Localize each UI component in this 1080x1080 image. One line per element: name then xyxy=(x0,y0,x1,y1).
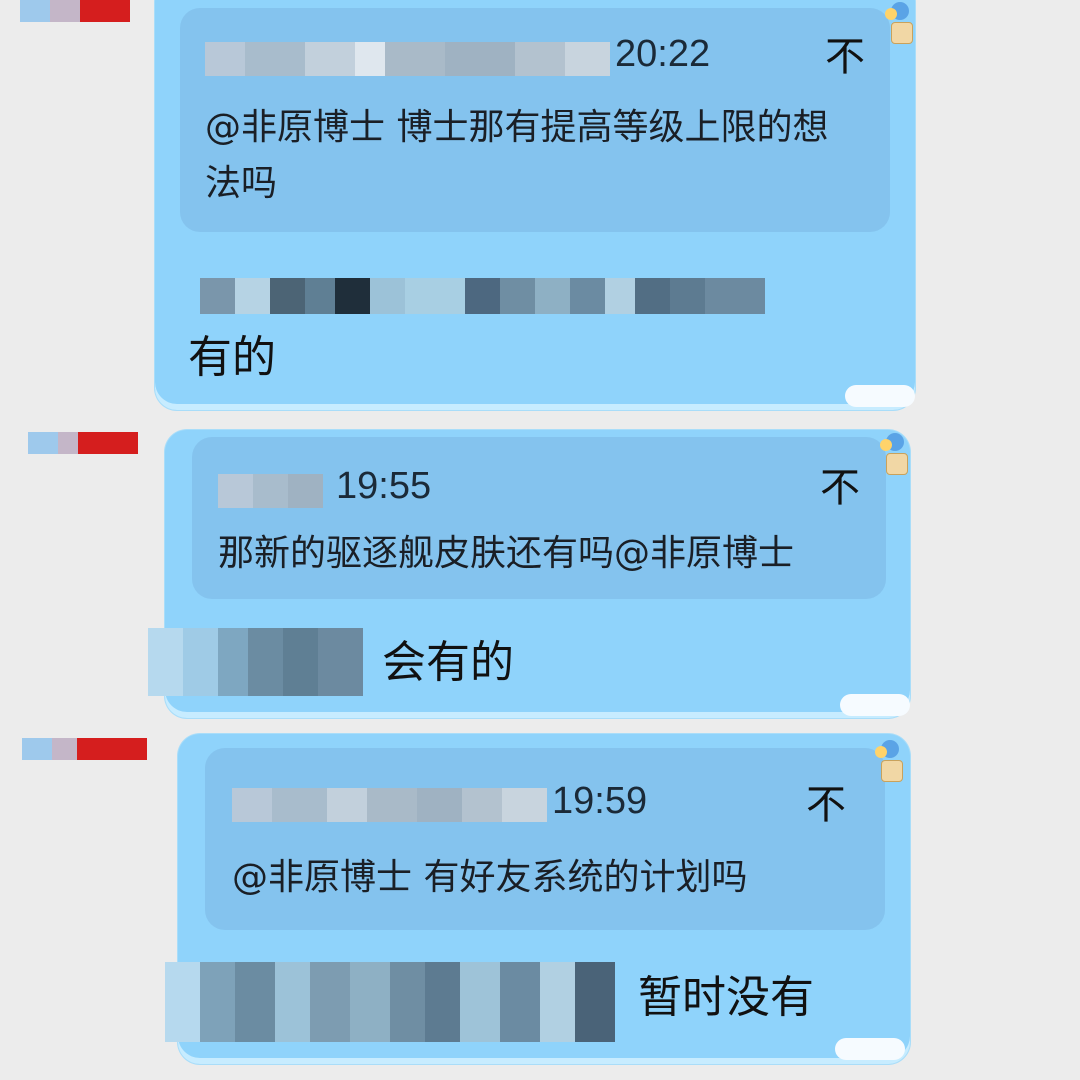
avatar[interactable] xyxy=(20,0,130,22)
bubble-cloud-decoration xyxy=(840,694,910,716)
avatar[interactable] xyxy=(22,738,147,760)
quoted-message-time: 19:59 xyxy=(552,780,648,822)
quoted-message-time: 20:22 xyxy=(615,33,711,75)
bubble-cloud-decoration xyxy=(835,1038,905,1060)
collapse-quote-icon[interactable]: 不 xyxy=(806,785,846,825)
quoted-message-text: @非原博士 有好友系统的计划吗 xyxy=(232,857,748,898)
quoted-sender-name xyxy=(232,788,547,822)
collapse-quote-icon[interactable]: 不 xyxy=(825,37,865,77)
reply-text: 有的 xyxy=(188,332,276,383)
bubble-decoration-icon xyxy=(875,740,905,782)
quoted-sender-name xyxy=(205,42,610,76)
bubble-decoration-icon xyxy=(880,433,910,475)
quoted-sender-name xyxy=(218,474,323,508)
reply-sender-name xyxy=(148,628,363,696)
reply-text: 暂时没有 xyxy=(638,972,814,1023)
avatar[interactable] xyxy=(28,432,138,454)
quoted-message-text: 那新的驱逐舰皮肤还有吗@非原博士 xyxy=(218,533,795,574)
reply-sender-name xyxy=(200,278,765,314)
reply-text: 会有的 xyxy=(382,637,514,688)
reply-sender-name xyxy=(165,962,615,1042)
quoted-message-text: @非原博士 博士那有提高等级上限的想法吗 xyxy=(205,107,829,204)
bubble-decoration-icon xyxy=(885,2,915,44)
collapse-quote-icon[interactable]: 不 xyxy=(820,468,860,508)
bubble-cloud-decoration xyxy=(845,385,915,407)
quoted-message-time: 19:55 xyxy=(336,465,432,507)
